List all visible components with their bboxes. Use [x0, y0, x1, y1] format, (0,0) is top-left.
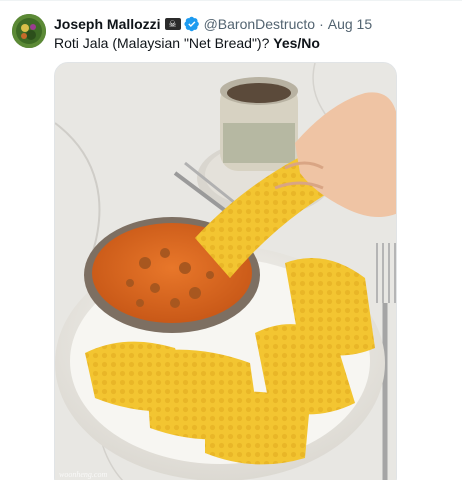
verified-badge-icon	[184, 16, 199, 32]
avatar-image	[12, 14, 46, 48]
separator-dot: ·	[319, 16, 324, 32]
author-handle[interactable]: @BaronDestructo	[204, 14, 315, 34]
tweet-media-image[interactable]: woonheng.com	[54, 62, 397, 480]
tweet-header: Joseph Mallozzi ☠ @BaronDestructo · Aug …	[54, 14, 372, 34]
tweet-text-main: Roti Jala (Malaysian "Net Bread")?	[54, 35, 274, 51]
tweet-date[interactable]: Aug 15	[328, 14, 372, 34]
image-watermark: woonheng.com	[59, 470, 108, 479]
tweet-card[interactable]: Joseph Mallozzi ☠ @BaronDestructo · Aug …	[0, 0, 462, 480]
author-display-name[interactable]: Joseph Mallozzi	[54, 14, 161, 34]
pirate-flag-icon: ☠	[164, 18, 181, 30]
avatar[interactable]	[12, 14, 46, 48]
tweet-text-bold: Yes/No	[273, 35, 320, 51]
tweet-text: Roti Jala (Malaysian "Net Bread")? Yes/N…	[54, 34, 320, 52]
food-photo	[55, 63, 396, 480]
